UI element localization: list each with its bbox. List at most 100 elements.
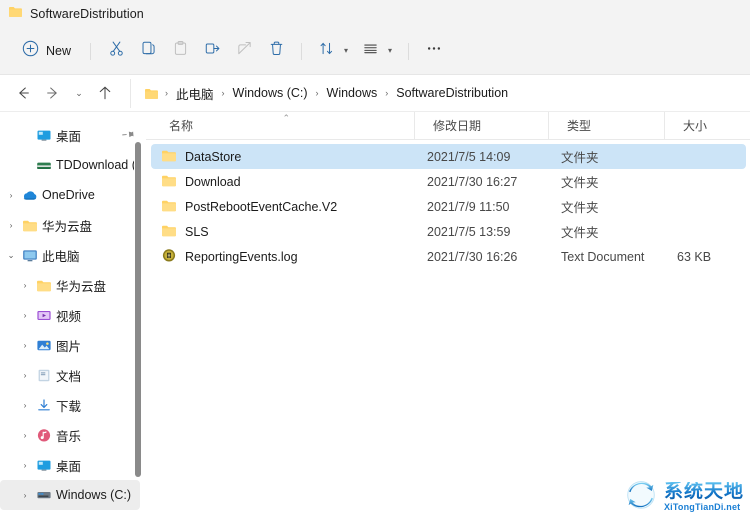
more-button[interactable] (418, 35, 450, 67)
sidebar-item-6[interactable]: › 视频 (0, 300, 140, 330)
file-list-pane: 名称 ⌃ 修改日期 类型 大小 DataStore 2021/7/5 14:09 文件夹 Do… (146, 111, 750, 522)
trash-icon (268, 40, 285, 62)
sidebar-item-1[interactable]: TDDownload (\ (0, 150, 140, 180)
rename-button[interactable] (196, 35, 228, 67)
video-icon (34, 308, 54, 323)
folder-icon (161, 198, 177, 216)
arrow-up-icon (99, 86, 111, 100)
sidebar-twisty-12[interactable]: › (16, 491, 34, 500)
table-row[interactable]: PostRebootEventCache.V2 2021/7/9 11:50 文件夹 (151, 194, 746, 219)
breadcrumb-item-2[interactable]: Windows (322, 84, 383, 102)
sidebar-twisty-9[interactable]: › (16, 401, 34, 410)
logfile-icon (161, 248, 177, 266)
sidebar-twisty-3[interactable]: › (2, 221, 20, 230)
column-header-0[interactable]: 名称 ⌃ (151, 112, 414, 140)
sidebar-item-label-6: 视频 (56, 309, 82, 324)
forward-button[interactable] (38, 78, 68, 108)
sidebar-scrollbar-thumb[interactable] (135, 142, 141, 477)
arrow-left-icon (19, 87, 29, 99)
title-bar: SoftwareDistribution (0, 0, 750, 28)
new-button[interactable]: New (14, 35, 81, 67)
delete-button[interactable] (260, 35, 292, 67)
breadcrumb-item-1[interactable]: Windows (C:) (228, 84, 313, 102)
recent-locations-button[interactable]: ⌄ (68, 78, 90, 108)
download-icon (34, 398, 54, 413)
sidebar-item-0[interactable]: 桌面 (0, 120, 140, 150)
breadcrumb-item-0[interactable]: 此电脑 (171, 82, 219, 105)
sort-ascending-icon: ⌃ (282, 112, 291, 123)
sidebar-item-label-8: 文档 (56, 369, 82, 384)
sidebar-item-5[interactable]: › 华为云盘 (0, 270, 140, 300)
sidebar-twisty-6[interactable]: › (16, 311, 34, 320)
folder-icon (161, 173, 177, 191)
folder-icon (161, 148, 177, 166)
file-date-2: 2021/7/9 11:50 (427, 199, 510, 214)
file-name-2: PostRebootEventCache.V2 (185, 199, 338, 214)
table-row[interactable]: SLS 2021/7/5 13:59 文件夹 (151, 219, 746, 244)
sort-button[interactable]: ▾ (311, 35, 355, 67)
watermark-subtitle: XiTongTianDi.net (663, 501, 741, 512)
view-button[interactable]: ▾ (355, 35, 399, 67)
share-icon (236, 40, 253, 62)
file-type-1: 文件夹 (561, 176, 599, 190)
sidebar-item-3[interactable]: › 华为云盘 (0, 210, 140, 240)
copy-icon (140, 40, 157, 62)
column-header-3[interactable]: 大小 (664, 111, 746, 140)
sidebar-item-label-11: 桌面 (56, 459, 82, 474)
sidebar-twisty-11[interactable]: › (16, 461, 34, 470)
cut-button[interactable] (100, 35, 132, 67)
copy-button[interactable] (132, 35, 164, 67)
sidebar-twisty-2[interactable]: › (2, 191, 20, 200)
file-type-0: 文件夹 (561, 151, 599, 165)
new-button-label: New (46, 44, 72, 58)
sidebar-item-label-0: 桌面 (56, 129, 82, 144)
sidebar-item-2[interactable]: › OneDrive (0, 180, 140, 210)
column-headers: 名称 ⌃ 修改日期 类型 大小 (146, 111, 750, 140)
sidebar-item-9[interactable]: › 下载 (0, 390, 140, 420)
ellipsis-icon (425, 40, 443, 62)
breadcrumb-separator-0: › (165, 88, 168, 98)
table-row[interactable]: DataStore 2021/7/5 14:09 文件夹 (151, 144, 746, 169)
sidebar-item-11[interactable]: › 桌面 (0, 450, 140, 480)
rename-icon (204, 40, 221, 62)
sidebar-scrollbar[interactable] (133, 112, 144, 522)
monitor-icon (20, 248, 40, 263)
sidebar-item-7[interactable]: › 图片 (0, 330, 140, 360)
documents-icon (34, 368, 54, 383)
folder-icon (161, 223, 177, 241)
column-header-1[interactable]: 修改日期 (414, 111, 548, 140)
watermark-title: 系统天地 (663, 480, 744, 502)
breadcrumb-item-3[interactable]: SoftwareDistribution (391, 84, 513, 102)
file-name-4: ReportingEvents.log (185, 249, 298, 264)
explorer-body: 桌面 TDDownload (\ › OneDrive › 华为云盘 ⌄ 此电脑 › 华为云盘 › 视… (0, 111, 750, 522)
sidebar-twisty-5[interactable]: › (16, 281, 34, 290)
share-button[interactable] (228, 35, 260, 67)
sidebar-item-12[interactable]: › Windows (C:) (0, 480, 140, 510)
sidebar-item-label-9: 下载 (56, 399, 82, 414)
plus-circle-icon (22, 40, 39, 62)
paste-button[interactable] (164, 35, 196, 67)
sidebar-twisty-7[interactable]: › (16, 341, 34, 350)
sidebar-item-10[interactable]: › 音乐 (0, 420, 140, 450)
table-row[interactable]: ReportingEvents.log 2021/7/30 16:26 Text D… (151, 244, 746, 269)
window-title: SoftwareDistribution (30, 7, 144, 21)
scissors-icon (108, 40, 125, 62)
sidebar-item-8[interactable]: › 文档 (0, 360, 140, 390)
sidebar-twisty-8[interactable]: › (16, 371, 34, 380)
sidebar-item-4[interactable]: ⌄ 此电脑 (0, 240, 140, 270)
file-explorer-window: SoftwareDistribution New ▾ ▾ ⌄ › 此电脑 › W… (0, 0, 750, 522)
sort-arrows-icon (318, 40, 335, 62)
chevron-down-icon: ⌄ (75, 87, 83, 98)
table-row[interactable]: Download 2021/7/30 16:27 文件夹 (151, 169, 746, 194)
sidebar-twisty-4[interactable]: ⌄ (2, 251, 20, 260)
sidebar-twisty-10[interactable]: › (16, 431, 34, 440)
view-lines-icon (362, 40, 379, 62)
breadcrumb[interactable]: › 此电脑 › Windows (C:) › Windows › Softwar… (130, 78, 740, 108)
breadcrumb-separator-2: › (315, 88, 319, 98)
up-button[interactable] (90, 78, 120, 108)
column-header-2[interactable]: 类型 (548, 111, 664, 140)
toolbar-divider-2 (301, 42, 303, 60)
address-bar: ⌄ › 此电脑 › Windows (C:) › Windows › Softw… (0, 75, 750, 112)
back-button[interactable] (8, 78, 38, 108)
toolbar-divider (90, 42, 92, 60)
